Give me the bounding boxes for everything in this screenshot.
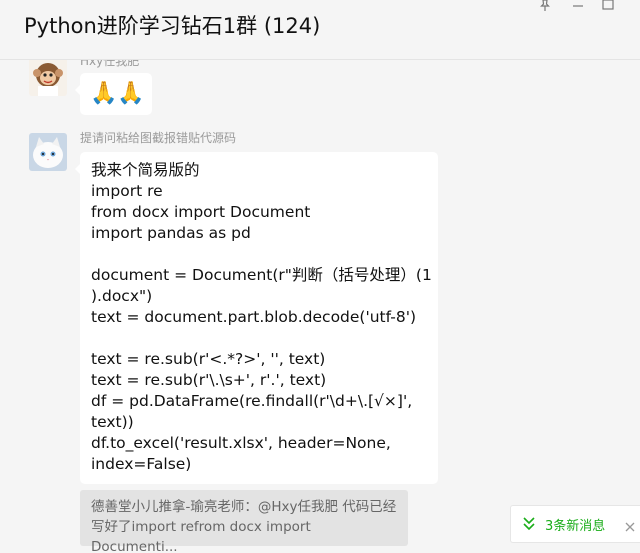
code-text: 我来个简易版的 import re from docx import Docum…: [91, 161, 432, 473]
message-list[interactable]: Hxy任我肥 🙏🙏 提请问粘给图截报错贴代源码 我来个简易版的 import r…: [0, 60, 640, 553]
white-cat-avatar[interactable]: [29, 133, 67, 171]
sender-name: 提请问粘给图截报错贴代源码: [80, 131, 237, 145]
new-messages-button[interactable]: 3条新消息: [510, 505, 640, 543]
pray-emoji: 🙏🙏: [90, 81, 145, 106]
double-chevron-down-icon: [523, 516, 535, 535]
minimize-icon[interactable]: [572, 0, 584, 15]
message-bubble[interactable]: 🙏🙏: [75, 73, 152, 115]
pin-icon[interactable]: [539, 0, 551, 15]
code-message-bubble[interactable]: 我来个简易版的 import re from docx import Docum…: [75, 152, 438, 484]
maximize-icon[interactable]: [602, 0, 614, 15]
chat-title: Python进阶学习钻石1群 (124): [24, 14, 321, 38]
new-messages-label: 3条新消息: [545, 519, 606, 534]
quoted-reply-text: 德善堂小儿推拿-瑜亮老师：@Hxy任我肥 代码已经写好了import refro…: [91, 499, 397, 553]
monkey-avatar[interactable]: [29, 60, 67, 96]
quoted-reply[interactable]: 德善堂小儿推拿-瑜亮老师：@Hxy任我肥 代码已经写好了import refro…: [80, 490, 408, 553]
sender-name: Hxy任我肥: [80, 60, 140, 68]
close-icon[interactable]: [625, 517, 635, 536]
title-bar: Python进阶学习钻石1群 (124): [0, 0, 640, 56]
